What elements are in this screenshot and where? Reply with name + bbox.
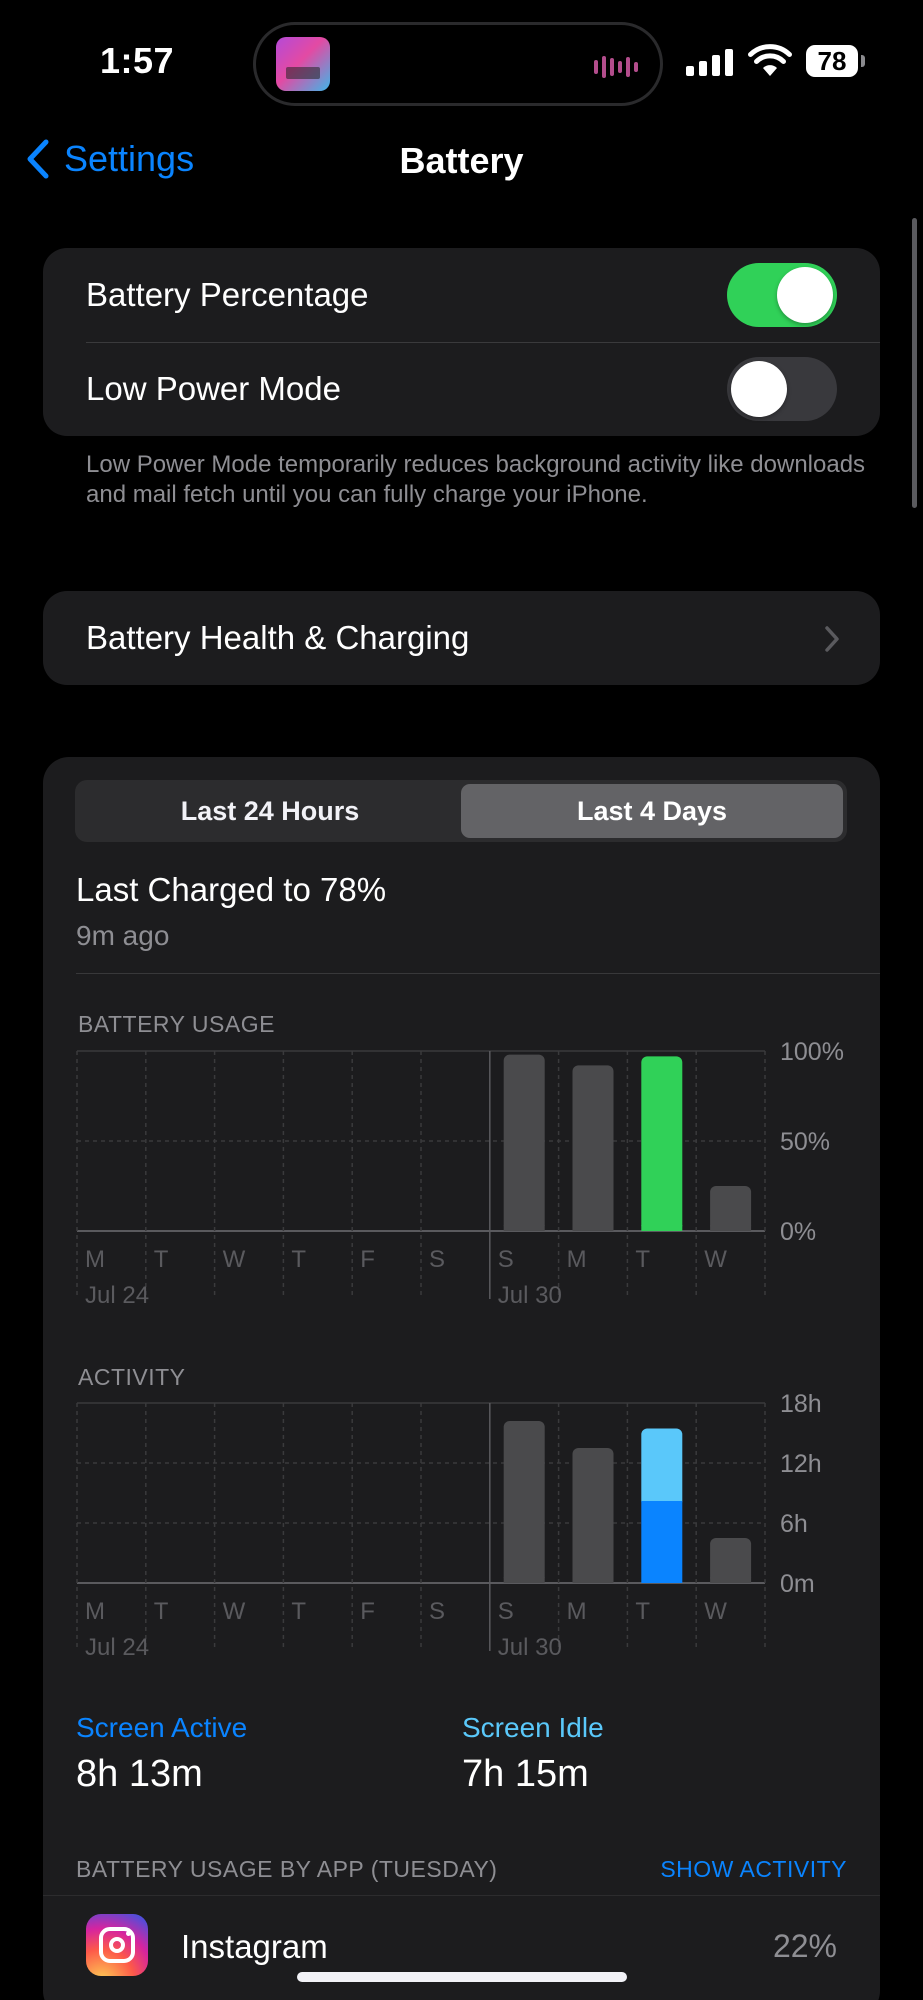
bar (710, 1186, 752, 1231)
bar (572, 1065, 614, 1231)
date-label: Jul 24 (85, 1634, 149, 1659)
status-time: 1:57 (100, 40, 175, 81)
bar-screen-idle (641, 1428, 683, 1507)
dynamic-island[interactable] (253, 22, 663, 106)
x-tick-label: W (704, 1246, 727, 1273)
x-tick-label: S (498, 1246, 514, 1273)
x-tick-label: M (85, 1246, 105, 1273)
app-usage-row[interactable]: Instagram 22% (43, 1895, 880, 2000)
battery-level: 78 (817, 45, 847, 76)
bar (710, 1538, 752, 1583)
y-tick-label: 50% (780, 1128, 830, 1156)
segment-last-4-days[interactable]: Last 4 Days (461, 784, 843, 838)
battery-percentage-toggle[interactable] (727, 263, 837, 327)
battery-health-label: Battery Health & Charging (86, 619, 470, 656)
toggle-knob (731, 361, 787, 417)
x-tick-label: W (223, 1246, 246, 1273)
x-tick-label: T (154, 1598, 169, 1625)
screen-active-label: Screen Active (76, 1712, 248, 1743)
x-tick-label: T (154, 1246, 169, 1273)
y-tick-label: 0m (780, 1570, 815, 1598)
app-name: Instagram (181, 1928, 328, 1965)
toggle-knob (777, 267, 833, 323)
wifi-icon (748, 44, 792, 76)
page-title: Battery (399, 140, 524, 181)
usage-by-app-heading: BATTERY USAGE BY APP (TUESDAY) (76, 1856, 498, 1882)
screen-idle-label: Screen Idle (462, 1712, 604, 1743)
date-label: Jul 24 (85, 1282, 149, 1307)
x-tick-label: F (360, 1246, 375, 1273)
x-tick-label: M (567, 1598, 587, 1625)
date-label: Jul 30 (498, 1282, 562, 1307)
x-tick-label: T (635, 1598, 650, 1625)
bar-base (572, 1577, 614, 1583)
battery-health-group: Battery Health & Charging (43, 591, 880, 685)
show-activity-button[interactable]: SHOW ACTIVITY (660, 1856, 847, 1883)
last-charged-time: 9m ago (76, 920, 170, 951)
battery-usage-chart[interactable]: 100% 50% 0% M T W T F S S M T W Jul 24 Jul 30 (43, 1037, 880, 1307)
x-tick-label: T (291, 1246, 306, 1273)
bar-base (710, 1225, 752, 1231)
screen-idle-value: 7h 15m (462, 1753, 589, 1795)
y-tick-label: 18h (780, 1390, 822, 1418)
activity-chart[interactable]: 18h 12h 6h 0m M T W T F S S M T W Jul 24 Jul 30 (43, 1389, 880, 1659)
battery-icon: 78 (806, 45, 865, 77)
bar-base (572, 1225, 614, 1231)
x-tick-label: W (704, 1598, 727, 1625)
battery-settings-group: Battery Percentage Low Power Mode (43, 248, 880, 436)
app-percent: 22% (772, 1928, 837, 1964)
bar (572, 1448, 614, 1583)
instagram-icon (86, 1914, 148, 1976)
y-tick-label: 100% (780, 1038, 844, 1066)
chevron-right-icon (825, 626, 839, 652)
x-tick-label: M (85, 1598, 105, 1625)
bar (503, 1054, 545, 1231)
x-tick-label: S (429, 1246, 445, 1273)
x-tick-label: F (360, 1598, 375, 1625)
battery-usage-title: BATTERY USAGE (78, 1011, 275, 1037)
scroll-indicator[interactable] (912, 218, 917, 508)
y-tick-label: 0% (780, 1218, 816, 1246)
battery-health-row[interactable]: Battery Health & Charging (43, 591, 880, 685)
x-tick-label: S (498, 1598, 514, 1625)
divider (76, 973, 880, 974)
low-power-mode-label: Low Power Mode (86, 370, 341, 407)
x-tick-label: S (429, 1598, 445, 1625)
y-tick-label: 12h (780, 1450, 822, 1478)
x-tick-label: T (291, 1598, 306, 1625)
audio-waveform-icon (594, 55, 638, 79)
bar-screen-active (641, 1501, 683, 1583)
x-tick-label: M (567, 1246, 587, 1273)
y-tick-label: 6h (780, 1510, 808, 1538)
battery-percentage-label: Battery Percentage (86, 276, 369, 313)
bar (641, 1056, 683, 1231)
low-power-footnote: Low Power Mode temporarily reduces backg… (86, 451, 866, 508)
x-tick-label: T (635, 1246, 650, 1273)
battery-percentage-row: Battery Percentage (43, 248, 880, 342)
last-charged-label: Last Charged to 78% (76, 871, 387, 908)
cellular-signal-icon (686, 48, 733, 76)
bar-base (503, 1225, 545, 1231)
bar (503, 1421, 545, 1583)
now-playing-art[interactable] (276, 37, 330, 91)
home-indicator[interactable] (297, 1972, 627, 1982)
activity-title: ACTIVITY (78, 1364, 186, 1390)
screen-active-value: 8h 13m (76, 1753, 203, 1795)
time-range-segmented-control: Last 24 Hours Last 4 Days (75, 780, 847, 842)
low-power-mode-row: Low Power Mode (43, 342, 880, 436)
bar-base (503, 1577, 545, 1583)
bar-base (710, 1577, 752, 1583)
x-tick-label: W (223, 1598, 246, 1625)
battery-usage-card: Last 24 Hours Last 4 Days Last Charged t… (43, 757, 880, 2000)
low-power-mode-toggle[interactable] (727, 357, 837, 421)
date-label: Jul 30 (498, 1634, 562, 1659)
bar-base (641, 1225, 683, 1231)
segment-last-24-hours[interactable]: Last 24 Hours (79, 784, 461, 838)
